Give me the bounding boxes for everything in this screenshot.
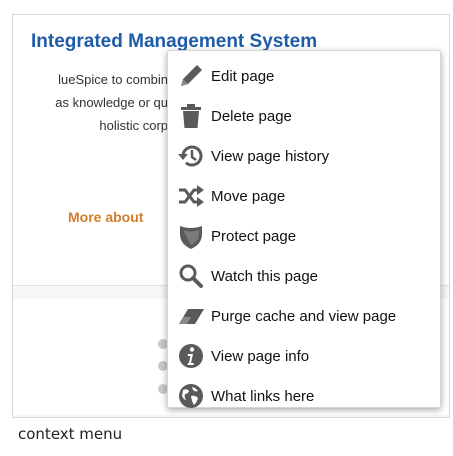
figure-caption: context menu — [18, 425, 123, 443]
menu-item-label: Move page — [211, 187, 286, 205]
menu-item-label: Watch this page — [211, 267, 318, 285]
eraser-icon — [174, 299, 208, 333]
pencil-icon — [174, 59, 208, 93]
menu-item-protect-page[interactable]: Protect page — [168, 216, 440, 256]
menu-item-edit-page[interactable]: Edit page — [168, 56, 440, 96]
menu-item-label: View page info — [211, 347, 310, 365]
menu-item-view-page-info[interactable]: View page info — [168, 336, 440, 376]
info-icon — [174, 339, 208, 373]
menu-item-label: Protect page — [211, 227, 297, 245]
menu-item-delete-page[interactable]: Delete page — [168, 96, 440, 136]
menu-item-view-page-history[interactable]: View page history — [168, 136, 440, 176]
menu-item-watch-this-page[interactable]: Watch this page — [168, 256, 440, 296]
shield-icon — [174, 219, 208, 253]
menu-item-label: Purge cache and view page — [211, 307, 397, 325]
context-menu: Edit page Delete page View page history — [167, 50, 441, 408]
menu-item-what-links-here[interactable]: What links here — [168, 376, 440, 416]
shuffle-icon — [174, 179, 208, 213]
menu-item-label: Edit page — [211, 67, 275, 85]
menu-item-label: Delete page — [211, 107, 292, 125]
magnifier-icon — [174, 259, 208, 293]
body-text-line: lueSpice to combin — [58, 72, 168, 87]
menu-item-label: What links here — [211, 387, 315, 405]
body-text-line: holistic corp — [99, 118, 168, 133]
globe-icon — [174, 379, 208, 413]
menu-item-move-page[interactable]: Move page — [168, 176, 440, 216]
menu-item-label: View page history — [211, 147, 330, 165]
history-icon — [174, 139, 208, 173]
body-text-line: as knowledge or qu — [55, 95, 168, 110]
more-about-link[interactable]: More about — [68, 209, 143, 225]
trash-icon — [174, 99, 208, 133]
menu-item-purge-cache[interactable]: Purge cache and view page — [168, 296, 440, 336]
